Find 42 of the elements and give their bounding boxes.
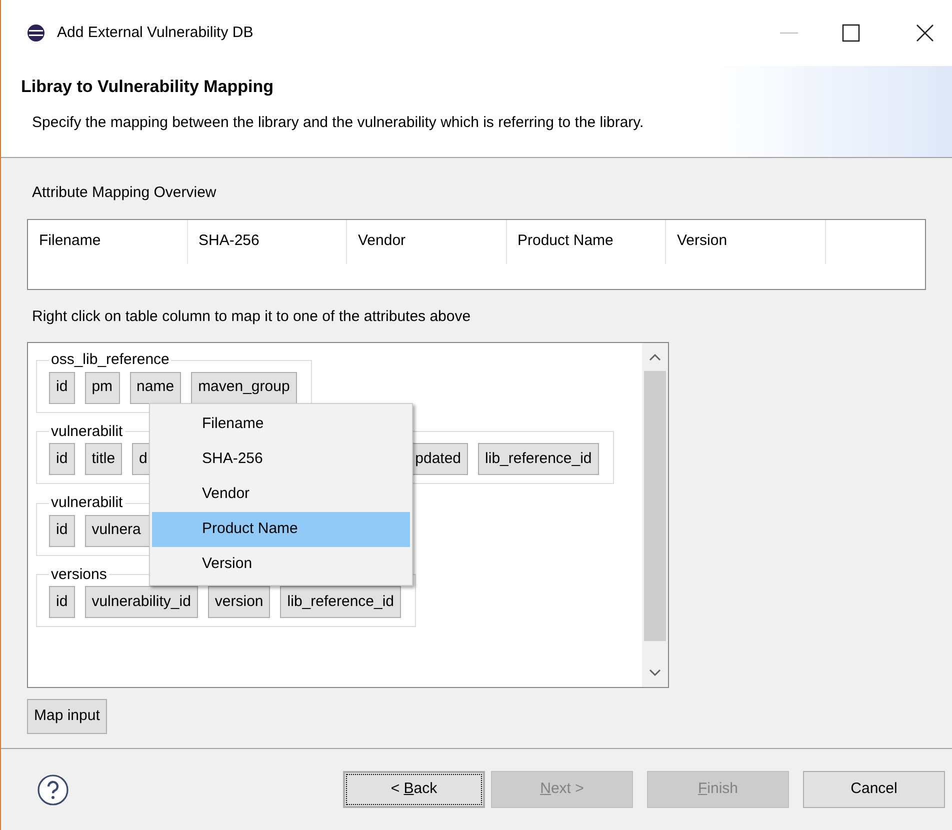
column-chip[interactable]: vulnerability_id	[84, 586, 198, 618]
page-description: Specify the mapping between the library and the vulnerability which is referring to the library.	[31, 112, 645, 132]
column-header[interactable]: Version	[666, 220, 826, 264]
scroll-up-icon[interactable]	[649, 353, 661, 361]
window-title: Add External Vulnerability DB	[57, 22, 254, 43]
column-chip[interactable]: lib_reference_id	[478, 443, 599, 475]
map-input-button[interactable]: Map input	[27, 699, 107, 734]
group-title: versions	[50, 564, 108, 584]
column-chip[interactable]: id	[49, 514, 75, 546]
column-chip[interactable]: name	[130, 372, 182, 404]
wizard-button[interactable]: < Back	[343, 771, 485, 808]
app-logo-icon	[27, 24, 45, 42]
column-header[interactable]: SHA-256	[188, 220, 347, 264]
menu-item[interactable]: SHA-256	[152, 442, 410, 477]
column-chip[interactable]: id	[49, 443, 75, 475]
group-title: oss_lib_reference	[50, 350, 170, 370]
menu-item[interactable]: Version	[152, 547, 410, 582]
column-chip[interactable]: id	[49, 586, 75, 618]
scroll-down-icon[interactable]	[649, 669, 661, 677]
column-header[interactable]: Product Name	[506, 220, 666, 264]
column-chip[interactable]: id	[49, 372, 75, 404]
page-title: Libray to Vulnerability Mapping	[21, 76, 275, 98]
help-icon[interactable]	[37, 774, 69, 806]
section-label: Attribute Mapping Overview	[31, 183, 218, 203]
wizard-button[interactable]: Cancel	[803, 771, 945, 808]
scroll-thumb[interactable]	[644, 371, 666, 641]
column-chip[interactable]: title	[84, 443, 122, 475]
menu-item[interactable]: Filename	[152, 407, 410, 442]
column-chip[interactable]: lib_reference_id	[280, 586, 402, 618]
instruction-text: Right click on table column to map it to one of the attributes above	[31, 306, 472, 326]
column-header[interactable]: Filename	[28, 220, 188, 264]
scrollbar[interactable]	[642, 343, 668, 687]
column-chip[interactable]: pm	[84, 372, 120, 404]
maximize-icon[interactable]	[842, 24, 860, 42]
column-header[interactable]: Vendor	[347, 220, 506, 264]
menu-item[interactable]: Vendor	[152, 477, 410, 512]
menu-item[interactable]: Product Name	[152, 512, 410, 547]
column-chip[interactable]: maven_group	[191, 372, 297, 404]
column-chip[interactable]: version	[208, 586, 270, 618]
group-title: vulnerabilit	[50, 422, 124, 442]
group-title: vulnerabilit	[50, 493, 124, 513]
close-icon[interactable]	[916, 24, 934, 42]
